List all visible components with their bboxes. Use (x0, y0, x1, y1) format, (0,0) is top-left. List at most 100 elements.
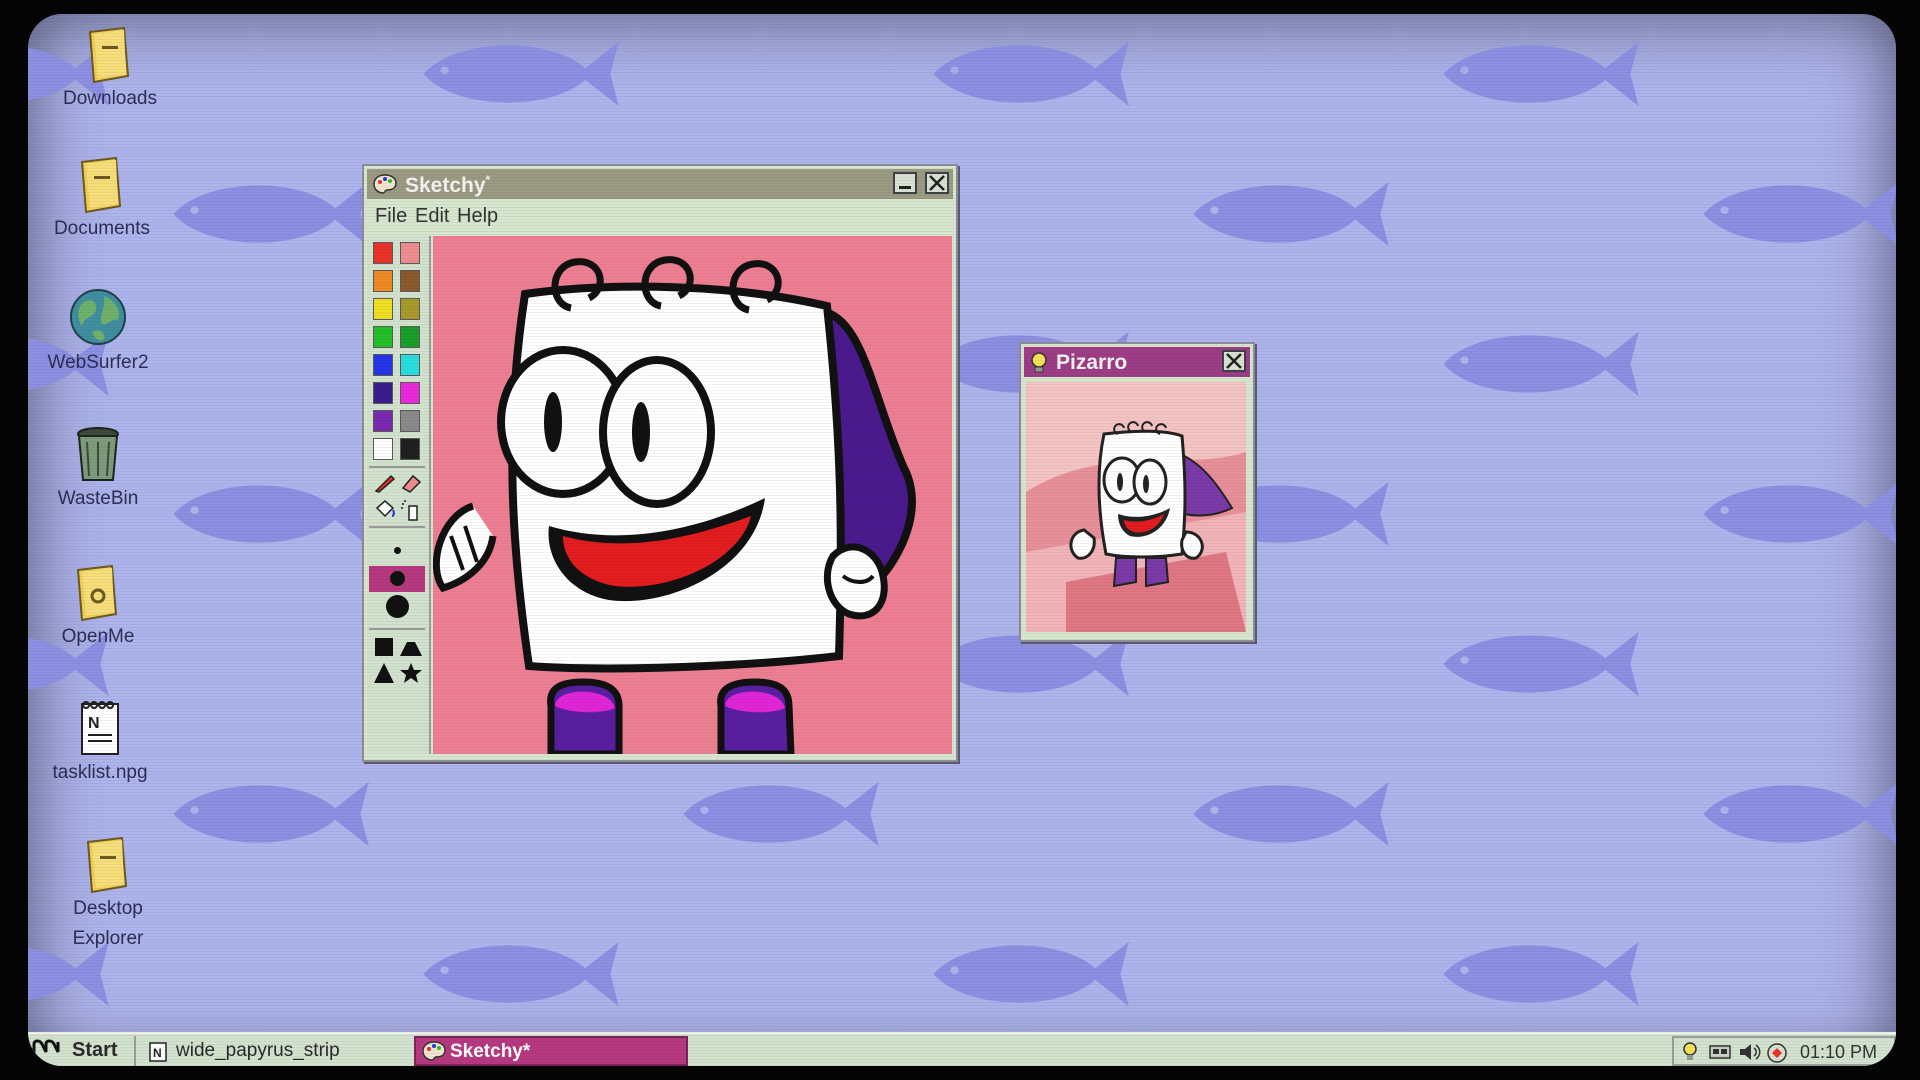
desktop-icon-label: Downloads (63, 88, 157, 109)
start-logo-icon (32, 1039, 60, 1060)
desktop-icon-desktop-explorer[interactable]: Desktop Explorer (48, 834, 168, 954)
fish-shape (1443, 941, 1639, 1007)
lightbulb-icon (1031, 352, 1047, 373)
clock: 01:10 PM (1800, 1042, 1878, 1062)
sketchy-menubar: File Edit Help (367, 202, 953, 232)
close-icon (1226, 353, 1242, 369)
color-swatch[interactable] (400, 326, 420, 348)
system-tray: 01:10 PM (1672, 1036, 1896, 1066)
brush-size-small[interactable] (369, 538, 425, 562)
fish-wallpaper (28, 41, 1896, 1007)
color-swatch[interactable] (400, 270, 420, 292)
color-swatch[interactable] (373, 410, 393, 432)
desktop-screen: Downloads Documents WebSurfer2 WasteBin (28, 14, 1896, 1066)
brush-size-box (369, 534, 425, 618)
brush-size-large[interactable] (369, 594, 425, 620)
fish-shape (173, 781, 369, 847)
fish-shape (1193, 781, 1389, 847)
pencil-icon[interactable] (373, 472, 397, 494)
svg-text:N: N (88, 715, 100, 732)
trash-can-icon (77, 427, 119, 481)
drawing-canvas[interactable] (433, 236, 952, 754)
pizarro-title: Pizarro (1056, 351, 1128, 374)
desktop-icon-openme[interactable]: OpenMe (38, 562, 158, 652)
spray-icon[interactable] (399, 498, 423, 522)
palette-icon (373, 174, 397, 194)
color-swatch[interactable] (400, 242, 420, 264)
folder-icon (76, 564, 118, 622)
color-swatch[interactable] (373, 354, 393, 376)
square-icon[interactable] (373, 636, 395, 658)
svg-text:N: N (153, 1046, 162, 1060)
color-swatch[interactable] (400, 298, 420, 320)
close-icon (929, 175, 945, 191)
color-swatch[interactable] (373, 326, 393, 348)
tools-box (369, 466, 425, 528)
taskbar-item-label: wide_papyrus_strip (176, 1040, 340, 1061)
desktop-icon-tasklist[interactable]: N tasklist.npg (40, 698, 160, 788)
close-button[interactable] (925, 172, 949, 194)
folder-icon (86, 836, 128, 894)
sketchy-titlebar[interactable]: Sketchy* (367, 169, 953, 199)
desktop-icon-label: Documents (53, 218, 151, 239)
video-icon[interactable] (1708, 1043, 1732, 1061)
desktop-icon-wastebin[interactable]: WasteBin (38, 426, 158, 514)
eraser-icon[interactable] (399, 472, 423, 494)
star-icon[interactable] (399, 662, 423, 684)
fish-shape (423, 941, 619, 1007)
color-swatch[interactable] (373, 270, 393, 292)
desktop-icon-label: OpenMe (61, 626, 135, 647)
brush-size-medium[interactable] (369, 566, 425, 592)
folder-icon (88, 26, 130, 84)
fish-shape (933, 941, 1129, 1007)
menu-help[interactable]: Help (457, 205, 498, 228)
network-icon[interactable] (1766, 1042, 1788, 1064)
folder-icon (80, 156, 122, 214)
sketchy-title: Sketchy* (405, 173, 491, 197)
fish-shape (1443, 631, 1639, 697)
lightbulb-icon[interactable] (1682, 1041, 1698, 1063)
sketchy-window[interactable]: Sketchy* File Edit Help (362, 164, 958, 762)
minimize-button[interactable] (893, 172, 917, 194)
fish-shape (423, 41, 619, 107)
start-button[interactable]: Start (28, 1036, 136, 1066)
mountain-icon[interactable] (399, 636, 423, 658)
desktop-icon-label: WebSurfer2 (47, 352, 149, 373)
color-swatch[interactable] (373, 242, 393, 264)
tool-panel (367, 236, 431, 754)
fish-shape (173, 181, 369, 247)
pizarro-assistant-view (1026, 382, 1246, 632)
color-swatch[interactable] (400, 382, 420, 404)
shapes-box (369, 628, 425, 690)
notepad-mascot-drawing (433, 236, 952, 754)
taskbar-item-papyrus[interactable]: N wide_papyrus_strip (140, 1036, 440, 1066)
fish-shape (933, 41, 1129, 107)
fish-shape (173, 481, 369, 547)
pizarro-titlebar[interactable]: Pizarro (1024, 347, 1250, 377)
fish-shape (1703, 481, 1896, 547)
color-swatch[interactable] (373, 438, 393, 460)
speaker-icon[interactable] (1738, 1042, 1762, 1062)
desktop-icon-label: tasklist.npg (52, 762, 148, 783)
notepad-icon: N (149, 1042, 167, 1062)
fill-icon[interactable] (373, 498, 397, 522)
taskbar: Start N wide_papyrus_strip Sketchy* 01:1… (28, 1032, 1896, 1066)
minimize-icon (899, 186, 911, 189)
desktop-icon-downloads[interactable]: Downloads (50, 24, 170, 114)
menu-file[interactable]: File (375, 205, 407, 228)
color-swatch[interactable] (400, 354, 420, 376)
desktop-icon-websurfer2[interactable]: WebSurfer2 (38, 286, 158, 378)
pizarro-window[interactable]: Pizarro (1019, 342, 1255, 642)
palette-icon (422, 1041, 446, 1061)
color-swatch[interactable] (373, 298, 393, 320)
menu-edit[interactable]: Edit (415, 205, 449, 228)
color-swatch[interactable] (400, 438, 420, 460)
triangle-icon[interactable] (373, 662, 395, 684)
desktop-icon-documents[interactable]: Documents (42, 154, 162, 244)
fish-shape (1193, 181, 1389, 247)
color-swatch[interactable] (400, 410, 420, 432)
start-label: Start (72, 1039, 118, 1061)
close-button[interactable] (1222, 350, 1246, 372)
taskbar-item-sketchy[interactable]: Sketchy* (414, 1036, 688, 1066)
color-swatch[interactable] (373, 382, 393, 404)
